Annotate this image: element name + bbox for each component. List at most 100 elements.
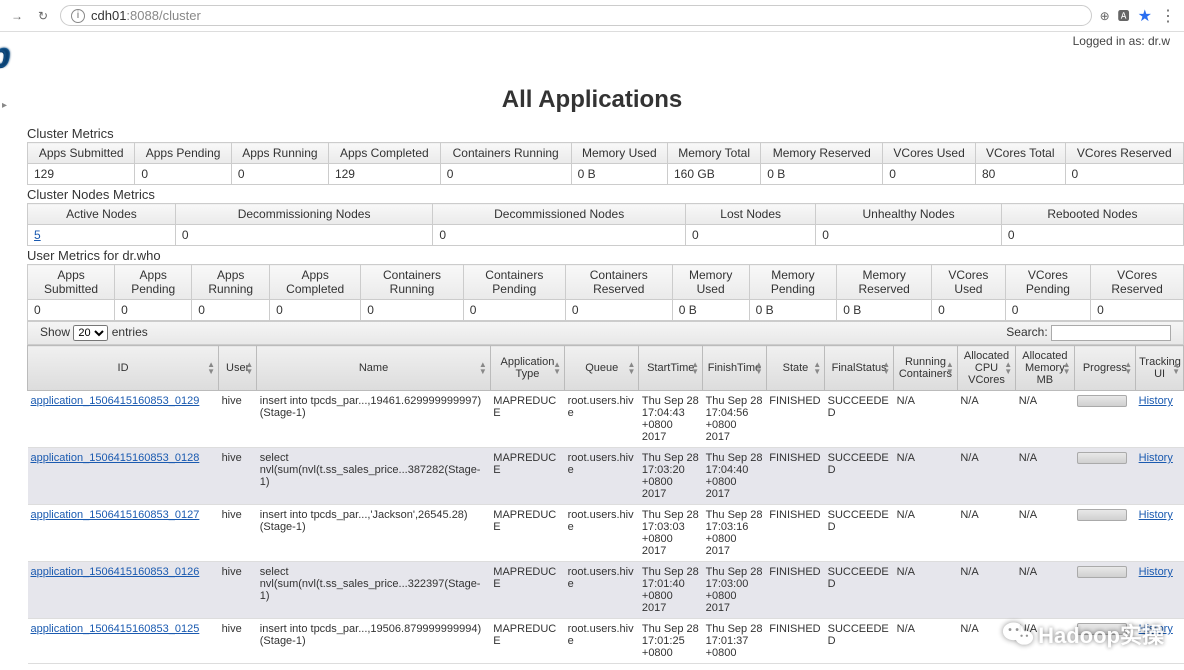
app-link[interactable]: application_1506415160853_0126	[31, 566, 200, 578]
metrics-header[interactable]: Apps Pending	[135, 143, 231, 164]
bookmark-icon[interactable]: ★	[1138, 6, 1152, 26]
metrics-header[interactable]: Apps Pending	[115, 265, 192, 300]
app-link[interactable]: application_1506415160853_0125	[31, 623, 200, 635]
app-queue: root.users.hive	[565, 619, 639, 664]
apps-column-header[interactable]: ID▲▼	[28, 346, 219, 391]
history-link[interactable]: History	[1139, 623, 1173, 635]
metrics-header[interactable]: VCores Pending	[1005, 265, 1090, 300]
apps-column-header[interactable]: Allocated CPU VCores▲▼	[957, 346, 1015, 391]
metrics-header[interactable]: Memory Reserved	[837, 265, 932, 300]
apps-column-header[interactable]: StartTime▲▼	[639, 346, 703, 391]
history-link[interactable]: History	[1139, 452, 1173, 464]
app-running: N/A	[894, 619, 958, 664]
sort-icon: ▲▼	[1124, 361, 1132, 375]
metrics-header[interactable]: Apps Completed	[328, 143, 440, 164]
site-info-icon[interactable]: i	[71, 9, 85, 23]
sort-icon: ▲▼	[813, 361, 821, 375]
metrics-header[interactable]: Apps Running	[231, 143, 328, 164]
metrics-header[interactable]: Memory Reserved	[761, 143, 883, 164]
app-tracking: History	[1136, 391, 1184, 448]
metrics-header[interactable]: Apps Submitted	[28, 265, 115, 300]
app-link[interactable]: application_1506415160853_0127	[31, 509, 200, 521]
app-running: N/A	[894, 562, 958, 619]
sidebar-expand-icon[interactable]: ▸	[2, 100, 7, 111]
app-mem: N/A	[1016, 619, 1074, 664]
zoom-icon[interactable]: ⊕	[1100, 9, 1110, 23]
app-state: FINISHED	[766, 562, 824, 619]
metrics-value: 0 B	[761, 164, 883, 185]
app-finish: Thu Sep 28 17:03:16 +0800 2017	[703, 505, 767, 562]
browser-toolbar: → ↻ i cdh01:8088/cluster ⊕ 🅰 ★ ⋮	[0, 0, 1184, 32]
metrics-header[interactable]: Active Nodes	[28, 204, 176, 225]
metrics-header[interactable]: VCores Used	[932, 265, 1006, 300]
apps-column-header[interactable]: Running Containers▲▼	[894, 346, 958, 391]
translate-icon[interactable]: 🅰	[1118, 7, 1130, 24]
metrics-header[interactable]: Apps Submitted	[28, 143, 135, 164]
app-cpu: N/A	[957, 619, 1015, 664]
apps-column-header[interactable]: User▲▼	[219, 346, 257, 391]
metrics-header[interactable]: Containers Running	[361, 265, 464, 300]
app-link[interactable]: application_1506415160853_0129	[31, 395, 200, 407]
app-final: SUCCEEDED	[825, 448, 894, 505]
app-name: select nvl(sum(nvl(t.ss_sales_price...38…	[257, 448, 491, 505]
app-name: insert into tpcds_par...,'Jackson',26545…	[257, 505, 491, 562]
metrics-header[interactable]: Decommissioning Nodes	[175, 204, 432, 225]
metrics-header[interactable]: Containers Reserved	[565, 265, 672, 300]
metrics-value: 80	[975, 164, 1065, 185]
apps-column-header[interactable]: FinalStatus▲▼	[825, 346, 894, 391]
history-link[interactable]: History	[1139, 395, 1173, 407]
search-input[interactable]	[1051, 325, 1171, 341]
apps-column-header[interactable]: Tracking UI▲▼	[1136, 346, 1184, 391]
metrics-header[interactable]: VCores Total	[975, 143, 1065, 164]
metrics-value: 0	[686, 225, 816, 246]
metrics-value: 0 B	[749, 300, 837, 321]
metrics-header[interactable]: VCores Used	[883, 143, 976, 164]
history-link[interactable]: History	[1139, 566, 1173, 578]
metrics-header[interactable]: Memory Used	[672, 265, 749, 300]
apps-column-header[interactable]: Name▲▼	[257, 346, 491, 391]
app-tracking: History	[1136, 448, 1184, 505]
app-final: SUCCEEDED	[825, 619, 894, 664]
sort-icon: ▲▼	[627, 361, 635, 375]
metrics-header[interactable]: VCores Reserved	[1065, 143, 1183, 164]
address-bar[interactable]: i cdh01:8088/cluster	[60, 5, 1092, 26]
app-start: Thu Sep 28 17:01:25 +0800	[639, 619, 703, 664]
app-final: SUCCEEDED	[825, 505, 894, 562]
app-mem: N/A	[1016, 505, 1074, 562]
metrics-header[interactable]: Containers Pending	[463, 265, 565, 300]
app-mem: N/A	[1016, 562, 1074, 619]
metrics-value: 0	[883, 164, 976, 185]
metrics-value: 0 B	[672, 300, 749, 321]
applications-table: ID▲▼User▲▼Name▲▼Application Type▲▼Queue▲…	[27, 345, 1184, 664]
metrics-header[interactable]: Memory Pending	[749, 265, 837, 300]
apps-column-header[interactable]: Progress▲▼	[1074, 346, 1136, 391]
app-link[interactable]: application_1506415160853_0128	[31, 452, 200, 464]
apps-column-header[interactable]: FinishTime▲▼	[703, 346, 767, 391]
metrics-header[interactable]: Unhealthy Nodes	[816, 204, 1002, 225]
metrics-header[interactable]: Decommissioned Nodes	[433, 204, 686, 225]
apps-column-header[interactable]: Queue▲▼	[565, 346, 639, 391]
metrics-header[interactable]: VCores Reserved	[1091, 265, 1184, 300]
metrics-header[interactable]: Apps Running	[192, 265, 270, 300]
metrics-link[interactable]: 5	[34, 228, 41, 242]
metrics-value: 0	[1005, 300, 1090, 321]
apps-column-header[interactable]: State▲▼	[766, 346, 824, 391]
history-link[interactable]: History	[1139, 509, 1173, 521]
metrics-header[interactable]: Rebooted Nodes	[1001, 204, 1183, 225]
apps-column-header[interactable]: Application Type▲▼	[490, 346, 564, 391]
metrics-header[interactable]: Containers Running	[440, 143, 571, 164]
app-user: hive	[219, 562, 257, 619]
app-state: FINISHED	[766, 391, 824, 448]
metrics-header[interactable]: Memory Used	[571, 143, 667, 164]
table-row: application_1506415160853_0126hiveselect…	[28, 562, 1184, 619]
apps-column-header[interactable]: Allocated Memory MB▲▼	[1016, 346, 1074, 391]
menu-icon[interactable]: ⋮	[1160, 6, 1176, 26]
forward-button[interactable]: →	[8, 7, 26, 25]
metrics-header[interactable]: Memory Total	[668, 143, 761, 164]
show-prefix: Show	[40, 325, 70, 339]
entries-select[interactable]: 20	[73, 325, 108, 341]
metrics-header[interactable]: Apps Completed	[270, 265, 361, 300]
sort-icon: ▲▼	[946, 361, 954, 375]
reload-button[interactable]: ↻	[34, 7, 52, 25]
metrics-header[interactable]: Lost Nodes	[686, 204, 816, 225]
